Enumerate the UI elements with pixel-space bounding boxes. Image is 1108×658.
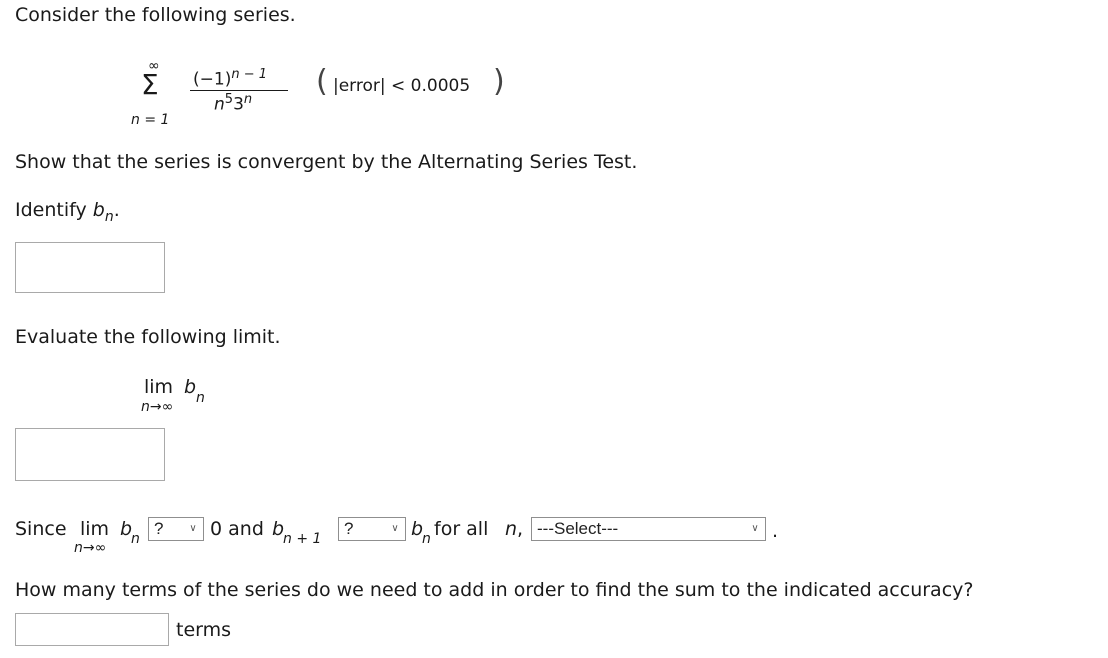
limit-b-subscript: n [196,390,205,406]
conclusion-select[interactable]: ---Select--- ∨ [531,517,766,541]
fraction-denominator: n53n [214,92,253,115]
since-lim: lim [80,518,110,540]
bn-input[interactable] [15,242,165,293]
zero-and-text: 0 and [210,518,264,540]
intro-text: Consider the following series. [15,4,296,26]
since-b2-subscript: n + 1 [283,531,322,547]
since-period: . [772,520,779,542]
identify-label: Identify bn. [15,199,120,225]
terms-label: terms [176,619,232,641]
lim-text: lim [144,376,174,398]
for-all-comma: , [517,518,524,540]
chevron-down-icon: ∨ [751,523,759,534]
chevron-down-icon: ∨ [391,523,399,534]
fraction-numerator: (−1)n − 1 [193,67,267,90]
for-all-n: n [505,518,518,540]
chevron-down-icon: ∨ [189,523,197,534]
limit-input[interactable] [15,428,165,481]
sum-lower-limit: n = 1 [131,112,170,128]
limit-b: b [184,376,197,398]
evaluate-prompt: Evaluate the following limit. [15,326,281,348]
since-b3-subscript: n [422,531,431,547]
sigma-symbol: Σ [141,68,159,101]
paren-close: ) [493,64,505,99]
since-text: Since [15,518,67,540]
error-bound: |error| < 0.0005 [333,76,471,96]
for-all-text: for all [434,518,489,540]
show-prompt: Show that the series is convergent by th… [15,151,638,173]
paren-open: ( [316,64,328,99]
comparison-select-2[interactable]: ? ∨ [338,517,406,541]
fraction-bar [190,90,288,91]
terms-input[interactable] [15,613,169,646]
limit-under: n→∞ [141,399,174,415]
comparison-select-1[interactable]: ? ∨ [148,517,204,541]
terms-question: How many terms of the series do we need … [15,579,974,601]
since-b-subscript: n [131,531,140,547]
since-lim-under: n→∞ [74,540,107,556]
